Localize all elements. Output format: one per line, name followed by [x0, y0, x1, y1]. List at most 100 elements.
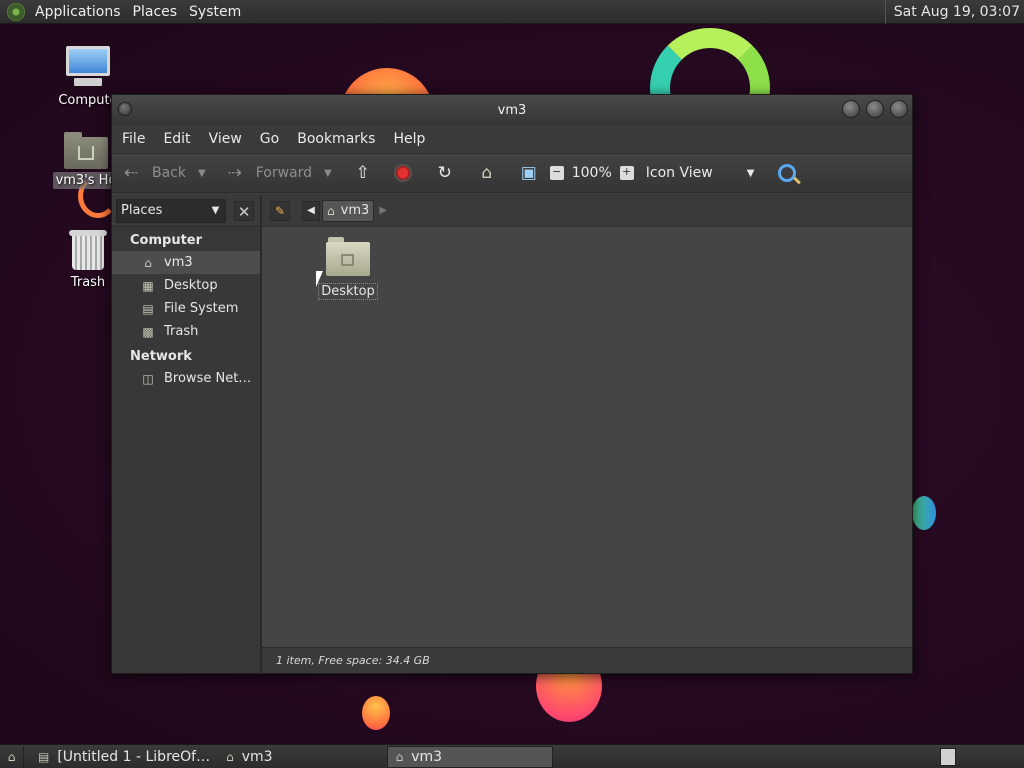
clock[interactable]: Sat Aug 19, 03:07: [884, 0, 1024, 24]
view-mode-select[interactable]: Icon View ▼: [646, 165, 755, 181]
folder-icon: [326, 237, 370, 277]
menu-go[interactable]: Go: [254, 131, 285, 147]
home-folder-icon: ⌂: [395, 749, 404, 764]
home-folder-icon: [64, 130, 108, 170]
forward-label: Forward: [255, 165, 313, 181]
taskbar-item-libreoffice[interactable]: ▤ [Untitled 1 - LibreOf…: [30, 746, 218, 768]
mouse-cursor-icon: [316, 271, 323, 287]
back-label: Back: [152, 165, 186, 181]
menu-file[interactable]: File: [116, 131, 151, 147]
zoom-in-button[interactable]: +: [619, 166, 634, 180]
wallpaper-side-blob: [912, 496, 936, 530]
distro-logo-icon[interactable]: [7, 2, 25, 21]
back-button[interactable]: ⇠ Back ▼: [120, 162, 206, 184]
sidebar-item-file-system[interactable]: ▤ File System: [112, 297, 260, 320]
menu-applications[interactable]: Applications: [29, 0, 127, 24]
computer-button[interactable]: ▣: [518, 162, 540, 184]
minimize-button[interactable]: [842, 100, 860, 118]
breadcrumb-vm3[interactable]: ⌂ vm3: [322, 199, 375, 222]
toolbar: ⇠ Back ▼ ⇢ Forward ▼ ⇧ ↻ ⌂ ▣ − 100% + Ic…: [112, 153, 912, 193]
zoom-level[interactable]: 100%: [572, 165, 612, 181]
sidebar-item-trash[interactable]: ▩ Trash: [112, 320, 260, 343]
close-button[interactable]: [890, 100, 908, 118]
main-pane: ✎ ◀ ⌂ vm3 ▶ Desktop 1 item, Free space: …: [262, 195, 912, 673]
taskbar-item-vm3[interactable]: ⌂ vm3: [218, 746, 280, 768]
computer-icon: ▣: [520, 163, 537, 183]
desktop-icon-label: Trash: [70, 275, 106, 290]
path-bar: ✎ ◀ ⌂ vm3 ▶: [262, 195, 912, 227]
file-item-desktop[interactable]: Desktop: [318, 237, 378, 300]
drive-icon: ▤: [142, 301, 154, 316]
close-sidebar-icon[interactable]: ✕: [234, 200, 254, 221]
sidebar-section-network: Network: [130, 349, 192, 364]
menu-bookmarks[interactable]: Bookmarks: [291, 131, 381, 147]
breadcrumb-label: vm3: [340, 203, 370, 218]
workspace-switcher[interactable]: [940, 747, 956, 766]
sidebar-item-browse-network[interactable]: ◫ Browse Net…: [112, 367, 260, 390]
desktop-icon-label: vm3's Ho: [52, 172, 120, 189]
forward-arrow-icon: ⇢: [227, 163, 242, 183]
taskbar-item-label: vm3: [241, 748, 273, 765]
stop-button[interactable]: [393, 164, 412, 182]
stop-icon: [393, 164, 412, 182]
window-title: vm3: [497, 102, 527, 118]
search-icon: [778, 164, 797, 182]
zoom-in-icon: +: [619, 166, 634, 180]
window-titlebar[interactable]: vm3: [112, 95, 912, 125]
path-scroll-left-icon[interactable]: ◀: [302, 200, 320, 221]
desktop-folder-icon: ▦: [142, 278, 154, 293]
forward-history-dropdown-icon[interactable]: ▼: [324, 168, 332, 179]
show-desktop-button[interactable]: ⌂: [0, 745, 24, 768]
forward-button[interactable]: ⇢ Forward ▼: [224, 162, 332, 184]
chevron-down-icon: ▼: [211, 205, 220, 216]
taskbar-item-label: vm3: [411, 748, 443, 765]
menu-edit[interactable]: Edit: [157, 131, 196, 147]
trash-icon: [69, 228, 107, 272]
sidebar-section-computer: Computer: [130, 233, 203, 248]
file-manager-window: vm3 File Edit View Go Bookmarks Help ⇠ B…: [111, 94, 913, 674]
top-panel: Applications Places System Sat Aug 19, 0…: [0, 0, 1024, 24]
reload-button[interactable]: ↻: [434, 162, 456, 184]
up-button[interactable]: ⇧: [352, 162, 374, 184]
home-folder-icon: ⌂: [144, 255, 152, 270]
status-bar: 1 item, Free space: 34.4 GB: [262, 647, 912, 673]
sidebar-header: Places ▼ ✕: [112, 195, 260, 227]
search-button[interactable]: [778, 164, 797, 182]
sidebar: Places ▼ ✕ Computer ⌂ vm3 ▦ Desktop ▤ Fi…: [112, 195, 262, 673]
taskbar-item-label: [Untitled 1 - LibreOf…: [57, 748, 211, 765]
menu-system[interactable]: System: [183, 0, 247, 24]
menu-places[interactable]: Places: [127, 0, 184, 24]
home-folder-icon: ⌂: [226, 749, 234, 764]
sidebar-item-label: Browse Net…: [164, 371, 252, 386]
sidebar-item-vm3[interactable]: ⌂ vm3: [112, 251, 260, 274]
computer-icon: [64, 46, 112, 90]
home-button[interactable]: ⌂: [476, 162, 498, 184]
path-scroll-right-icon[interactable]: ▶: [374, 201, 392, 221]
sidebar-item-desktop[interactable]: ▦ Desktop: [112, 274, 260, 297]
back-arrow-icon: ⇠: [123, 163, 139, 183]
zoom-out-icon: −: [549, 166, 564, 180]
maximize-button[interactable]: [866, 100, 884, 118]
view-mode-label: Icon View: [645, 165, 713, 181]
zoom-out-button[interactable]: −: [549, 166, 564, 180]
file-item-label: Desktop: [318, 283, 378, 300]
menu-help[interactable]: Help: [387, 131, 431, 147]
sidebar-type-label: Places: [121, 203, 163, 218]
bottom-panel: ⌂ ▤ [Untitled 1 - LibreOf… ⌂ vm3 ⌂ vm3: [0, 744, 1024, 768]
sidebar-item-label: File System: [164, 301, 239, 316]
sidebar-type-select[interactable]: Places ▼: [116, 198, 227, 223]
content-area: Places ▼ ✕ Computer ⌂ vm3 ▦ Desktop ▤ Fi…: [112, 195, 912, 673]
network-icon: ◫: [142, 371, 154, 386]
back-history-dropdown-icon[interactable]: ▼: [198, 168, 206, 179]
menubar: File Edit View Go Bookmarks Help: [112, 125, 912, 153]
icon-view[interactable]: Desktop: [262, 227, 912, 647]
home-folder-icon: ⌂: [481, 163, 493, 183]
location-edit-icon[interactable]: ✎: [270, 200, 290, 221]
sidebar-item-label: Desktop: [164, 278, 218, 293]
window-menu-button[interactable]: [118, 102, 132, 116]
up-arrow-icon: ⇧: [355, 163, 370, 183]
trash-icon: ▩: [142, 324, 154, 339]
menu-view[interactable]: View: [203, 131, 248, 147]
taskbar-item-vm3-active[interactable]: ⌂ vm3: [386, 745, 553, 768]
wallpaper-small-blob: [362, 696, 390, 730]
